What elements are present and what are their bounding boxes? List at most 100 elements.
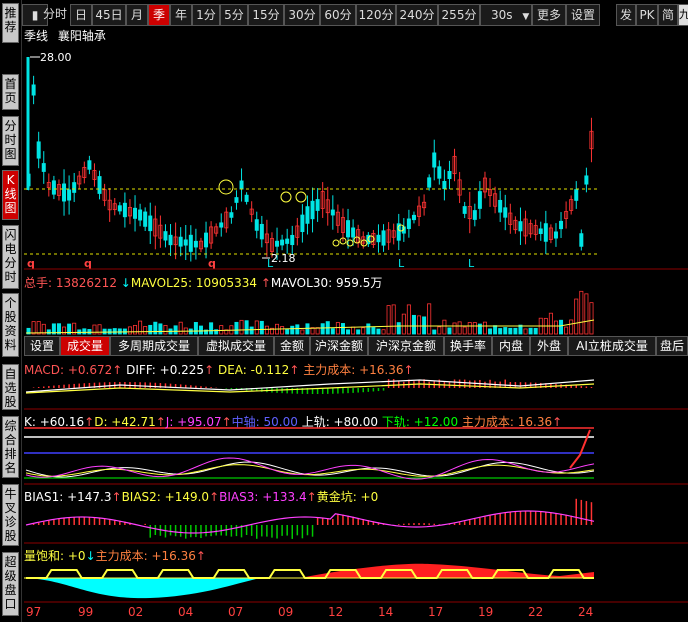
l-marker: L [468, 257, 475, 270]
volume-bar [498, 328, 503, 335]
volume-bar [548, 312, 553, 335]
tab-ai-volume[interactable]: AI立桩成交量 [568, 336, 656, 356]
bias2-value: BIAS2: +149.0 [121, 490, 210, 504]
arrow-up-icon: ↑ [260, 276, 271, 290]
j-line-end [569, 429, 591, 469]
volume-bar [127, 326, 132, 335]
volume-bar [143, 326, 148, 335]
volume-bar [239, 319, 244, 335]
volume-bar [411, 314, 416, 335]
signal-circle [332, 239, 340, 247]
volume-bar [462, 326, 467, 335]
volume-bar [305, 323, 310, 335]
kline-chart-svg[interactable]: 28.00 2.18 q q q L L L 97 99 02 04 07 09 12 14 1… [0, 0, 688, 622]
candle-body [346, 220, 351, 238]
volume-bar [234, 321, 239, 335]
volume-bar [564, 326, 569, 335]
volume-header: 总手: 13826212 ↓MAVOL25: 10905334 ↑MAVOL30… [24, 274, 382, 291]
candle-body [275, 240, 280, 247]
tab-turnover[interactable]: 换手率 [444, 336, 492, 356]
candle-body [193, 240, 198, 248]
tab-outer[interactable]: 外盘 [530, 336, 568, 356]
arrow-up-icon: ↑ [289, 363, 300, 377]
macd-area [25, 379, 595, 394]
tab-hsj-amount[interactable]: 沪深京金额 [368, 336, 444, 356]
candle-body [472, 210, 477, 220]
x-axis-tick-label: 19 [478, 605, 493, 619]
saturation-area [24, 563, 594, 599]
candle-body [376, 234, 381, 243]
tab-inner[interactable]: 内盘 [492, 336, 530, 356]
candle-body [574, 189, 579, 201]
arrow-up-icon: ↑ [84, 415, 95, 429]
volume-bar [422, 316, 427, 335]
volume-bar [356, 329, 361, 335]
volume-bar [589, 302, 594, 335]
volume-bar [406, 304, 411, 335]
tab-volume[interactable]: 成交量 [60, 336, 110, 356]
indicator-tabs: 设置 成交量 多周期成交量 虚拟成交量 金额 沪深金额 沪深京金额 换手率 内盘… [24, 336, 688, 358]
candle-body [67, 189, 72, 201]
volume-bar [533, 327, 538, 335]
kdj-area [24, 427, 595, 480]
candle-body [447, 170, 452, 180]
candle-body [259, 223, 264, 240]
volume-bar [249, 326, 254, 335]
x-axis-tick-label: 07 [228, 605, 243, 619]
arrow-up-icon: ↑ [112, 363, 123, 377]
mavol30-label: MAVOL30: [270, 276, 333, 290]
lower-value: 下轨: +12.00 [381, 415, 459, 429]
candle-body [477, 191, 482, 209]
volume-bar [178, 321, 183, 335]
volume-bar [488, 328, 493, 335]
candle-body [498, 199, 503, 213]
arrow-down-icon: ↓ [85, 549, 96, 563]
signal-circle [295, 191, 307, 203]
mavol25-label: MAVOL25: [130, 276, 193, 290]
volume-bar [371, 327, 376, 335]
volume-bar [346, 329, 351, 335]
bias-header: BIAS1: +147.3↑BIAS2: +149.0↑BIAS3: +133.… [24, 488, 378, 505]
volume-bar [417, 315, 422, 335]
x-axis-tick-label: 24 [578, 605, 593, 619]
upper-value: 上轨: +80.00 [301, 415, 378, 429]
candle-body [538, 228, 543, 235]
volume-bar [290, 325, 295, 335]
candle-body [432, 152, 437, 168]
candle-body [138, 209, 143, 221]
volume-bar [508, 327, 513, 335]
tab-after-hours[interactable]: 盘后 [656, 336, 688, 356]
candle-body [183, 239, 188, 246]
volume-bar [153, 321, 158, 335]
candle-body [148, 215, 153, 232]
candle-body [305, 206, 310, 224]
tab-multi-period-volume[interactable]: 多周期成交量 [110, 336, 198, 356]
candle-body [310, 200, 315, 220]
tab-virtual-volume[interactable]: 虚拟成交量 [198, 336, 274, 356]
saturation-cost: 主力成本: +16.36 [95, 549, 196, 563]
volume-bar [574, 298, 579, 335]
x-axis-tick-label: 02 [128, 605, 143, 619]
volume-bar [254, 320, 259, 335]
candle-body [244, 194, 249, 202]
candle-body [97, 176, 102, 194]
volume-bar [340, 323, 345, 335]
l-marker: L [398, 257, 405, 270]
signal-circle [280, 191, 292, 203]
tab-settings[interactable]: 设置 [24, 336, 60, 356]
arrow-up-icon: ↑ [552, 415, 563, 429]
volume-bar [158, 323, 163, 335]
dea-value: DEA: -0.112 [217, 363, 290, 377]
candle-body [330, 209, 335, 216]
volume-bar [452, 322, 457, 335]
volume-bar [163, 324, 168, 335]
x-axis-tick-label: 99 [78, 605, 93, 619]
volume-bar [300, 329, 305, 335]
candle-body [553, 231, 558, 239]
arrow-up-icon: ↑ [403, 363, 414, 377]
j-value: J: +95.07 [165, 415, 222, 429]
candle-body [411, 214, 416, 221]
tab-hs-amount[interactable]: 沪深金额 [310, 336, 368, 356]
tab-amount[interactable]: 金额 [274, 336, 310, 356]
candle-body [178, 236, 183, 247]
